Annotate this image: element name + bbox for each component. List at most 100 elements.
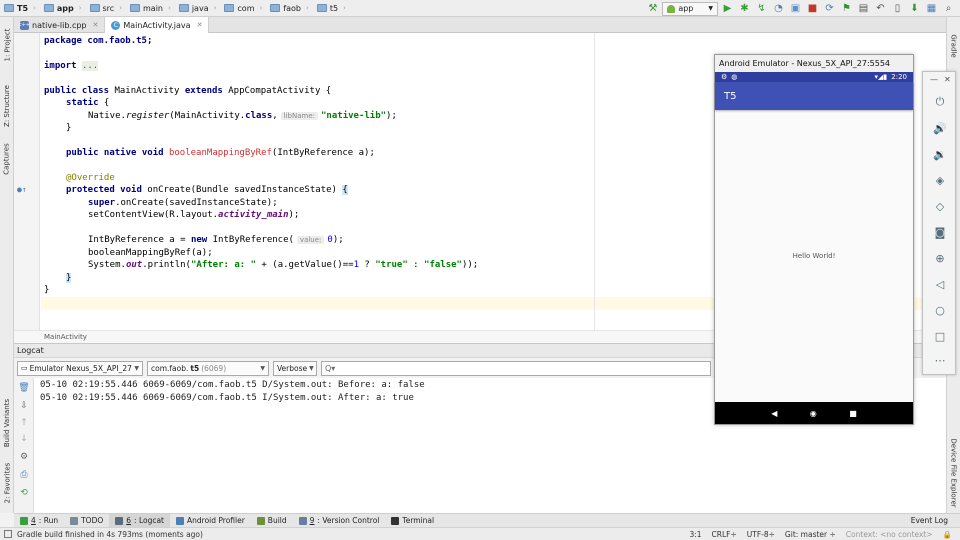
rotate-right-icon[interactable]: ◇ [932, 198, 948, 214]
todo-tool-button[interactable]: TODO [64, 514, 109, 528]
home-icon[interactable]: ○ [932, 302, 948, 318]
version-control-icon [298, 516, 307, 525]
app-bar: T5 [715, 82, 913, 110]
build-hammer-icon[interactable]: ⚒ [645, 1, 660, 16]
down-icon[interactable]: ↓ [19, 434, 29, 444]
breadcrumb-item[interactable]: t5 › [313, 0, 350, 17]
status-message[interactable]: Gradle build finished in 4s 793ms (momen… [17, 530, 203, 539]
editor-tabs: c++ native-lib.cpp ✕ C MainActivity.java… [14, 17, 946, 33]
breadcrumb-label: T5 [17, 3, 29, 13]
close-icon[interactable]: ✕ [944, 75, 951, 84]
search-icon: Q▾ [325, 363, 336, 373]
context-indicator[interactable]: Context: <no context> [846, 530, 933, 539]
home-icon[interactable]: ◉ [810, 409, 817, 418]
captures-tool-button[interactable]: Captures [0, 139, 14, 179]
lock-icon[interactable]: 🔒 [943, 530, 952, 539]
project-structure-icon[interactable]: ▦ [924, 1, 939, 16]
breadcrumb-item[interactable]: java › [175, 0, 221, 17]
undo-icon[interactable]: ↶ [873, 1, 888, 16]
print-icon[interactable]: ⎙ [19, 470, 29, 480]
breadcrumb-item[interactable]: main › [126, 0, 175, 17]
project-tool-button[interactable]: 1: Project [0, 23, 14, 67]
avd-manager-icon[interactable]: ▯ [890, 1, 905, 16]
clear-logcat-icon[interactable]: 🗑 [18, 383, 29, 393]
sdk-manager-icon[interactable]: ⬇ [907, 1, 922, 16]
breadcrumb-item[interactable]: T5 › [0, 0, 40, 17]
volume-down-icon[interactable]: 🔉 [932, 146, 948, 162]
todo-icon [70, 516, 79, 525]
breadcrumb-item[interactable]: app › [40, 0, 86, 17]
camera-icon[interactable]: ◙ [932, 224, 948, 240]
more-icon[interactable]: ⋯ [932, 352, 948, 368]
coverage-icon[interactable]: ▣ [788, 1, 803, 16]
version-control-tool-button[interactable]: 9: Version Control [293, 514, 386, 528]
line-separator[interactable]: CRLF÷ [712, 530, 737, 539]
terminal-tool-button[interactable]: Terminal [385, 514, 440, 528]
back-icon[interactable]: ◀ [771, 409, 777, 418]
file-encoding[interactable]: UTF-8÷ [747, 530, 775, 539]
search-everywhere-icon[interactable]: ⌕ [941, 1, 956, 16]
device-select[interactable]: ▭ Emulator Nexus_5X_API_27 ▼ [17, 360, 143, 376]
minimize-icon[interactable]: — [930, 75, 938, 84]
event-log-tool-button[interactable]: Event Log [905, 514, 954, 528]
log-level-select[interactable]: Verbose ▼ [273, 360, 317, 376]
breadcrumb-item[interactable]: src › [86, 0, 127, 17]
logcat-icon [115, 516, 124, 525]
structure-tool-button[interactable]: Z: Structure [0, 81, 14, 131]
back-icon[interactable]: ◁ [932, 276, 948, 292]
structure-icon[interactable]: ▤ [856, 1, 871, 16]
chevron-down-icon: ▼ [708, 5, 713, 12]
zoom-icon[interactable]: ⊕ [932, 250, 948, 266]
build-tool-button[interactable]: Build [251, 514, 293, 528]
folded-imports[interactable]: ... [81, 61, 99, 71]
profiler-icon[interactable]: ◔ [771, 1, 786, 16]
run-config-select[interactable]: app ▼ [662, 1, 718, 16]
build-icon [256, 516, 265, 525]
device-file-explorer-tool-button[interactable]: Device File Explorer [947, 433, 960, 513]
git-branch[interactable]: Git: master ÷ [785, 530, 836, 539]
volume-up-icon[interactable]: 🔊 [932, 120, 948, 136]
run-config-label: app [678, 4, 694, 13]
profiler-tool-button[interactable]: Android Profiler [170, 514, 251, 528]
logcat-search-input[interactable]: Q▾ [321, 360, 711, 376]
code-line: Native.register(MainActivity.class, libNa… [88, 111, 397, 121]
breadcrumb-item[interactable]: com › [220, 0, 266, 17]
power-icon[interactable]: ⏻ [932, 94, 948, 110]
logcat-tool-button[interactable]: 6: Logcat [109, 513, 170, 528]
run-tool-button[interactable]: 4: Run [14, 514, 64, 528]
breadcrumb-item[interactable]: faob › [266, 0, 313, 17]
overview-icon[interactable]: □ [932, 328, 948, 344]
override-gutter-icon[interactable]: ●↑ [17, 185, 27, 194]
process-select[interactable]: com.faob. t5 (6069) ▼ [147, 360, 269, 376]
code-line: super.onCreate(savedInstanceState); [88, 198, 278, 208]
gradle-tool-button[interactable]: Gradle [947, 31, 960, 61]
scroll-to-end-icon[interactable]: ⇩ [19, 401, 29, 411]
up-icon[interactable]: ↑ [19, 418, 29, 428]
code-line: IntByReference a = new IntByReference(va… [88, 235, 344, 245]
status-icon[interactable] [4, 530, 12, 538]
rotate-left-icon[interactable]: ◈ [932, 172, 948, 188]
run-icon[interactable]: ▶ [720, 1, 735, 16]
cpp-file-icon: c++ [18, 20, 31, 30]
tab-main-activity[interactable]: C MainActivity.java ✕ [105, 17, 210, 33]
tab-native-lib[interactable]: c++ native-lib.cpp ✕ [14, 17, 106, 33]
favorites-tool-button[interactable]: 2: Favorites [0, 459, 14, 507]
debug-icon[interactable]: ✱ [737, 1, 752, 16]
settings-icon[interactable]: ⚙ [19, 452, 29, 462]
device-screen[interactable]: ⚙ ◍ ▾◢▮ 2:20 T5 Hello World! ◀ ◉ ■ [715, 72, 913, 424]
sync-icon[interactable]: ⟳ [822, 1, 837, 16]
editor-gutter[interactable]: ●↑ [14, 33, 40, 330]
restart-icon[interactable]: ⟲ [19, 488, 29, 498]
emulator-window[interactable]: Android Emulator - Nexus_5X_API_27:5554 … [714, 54, 914, 425]
recents-icon[interactable]: ■ [849, 409, 857, 418]
caret-position[interactable]: 3:1 [689, 530, 701, 539]
close-icon[interactable]: ✕ [197, 21, 203, 29]
stop-icon[interactable]: ■ [805, 1, 820, 16]
log-line: 05-10 02:19:55.446 6069-6069/com.faob.t5… [40, 393, 414, 403]
attach-debugger-icon[interactable]: ↯ [754, 1, 769, 16]
close-icon[interactable]: ✕ [93, 21, 99, 29]
attach-process-icon[interactable]: ⚑ [839, 1, 854, 16]
build-variants-tool-button[interactable]: Build Variants [0, 395, 14, 451]
code-line: System.out.println("After: a: " + (a.get… [88, 260, 479, 270]
folder-icon [43, 4, 54, 12]
